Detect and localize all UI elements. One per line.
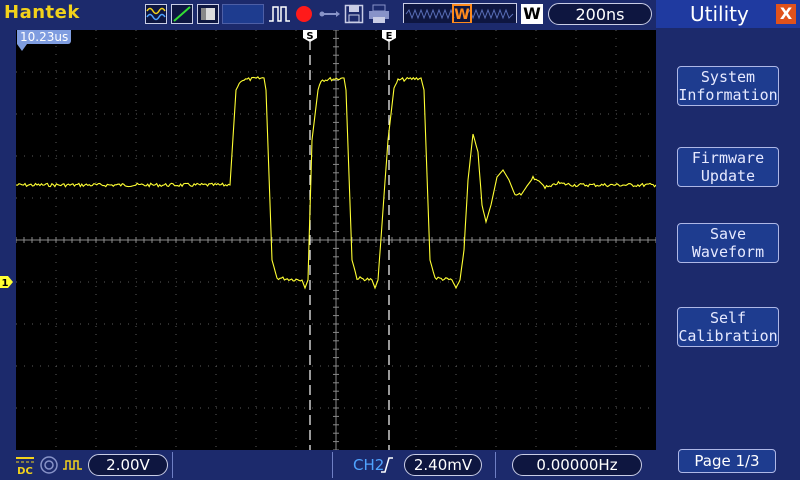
ramp-mode-icon[interactable] — [171, 4, 193, 24]
separator — [332, 452, 333, 478]
firmware-update-line2: Update — [700, 167, 756, 185]
trigger-level-display[interactable]: 2.40mV — [404, 454, 482, 476]
persist-mode-icon[interactable] — [197, 4, 219, 24]
usb-icon — [319, 11, 340, 17]
self-calibration-line1: Self — [709, 309, 747, 327]
firmware-update-button[interactable]: Firmware Update — [677, 147, 779, 187]
frequency-display: 0.00000Hz — [512, 454, 642, 476]
end-cursor-marker[interactable]: E — [382, 30, 396, 42]
channel-1-ground-marker[interactable]: 1 — [0, 275, 14, 289]
system-information-line2: Information — [678, 86, 778, 104]
top-toolbar: Hantek W W 200ns — [0, 0, 656, 30]
end-cursor-label: E — [386, 31, 393, 42]
pulse-icon — [269, 6, 290, 22]
separator — [172, 452, 173, 478]
system-information-line1: System — [700, 68, 756, 86]
time-offset-value: 10.23us — [20, 30, 69, 44]
waveform-display[interactable]: S E — [16, 30, 656, 450]
brand-logo: Hantek — [4, 2, 80, 23]
waveform-mode-icon[interactable] — [145, 4, 167, 24]
frequency-value: 0.00000Hz — [536, 456, 618, 474]
start-cursor-marker[interactable]: S — [303, 30, 317, 42]
close-symbol: X — [779, 4, 793, 23]
start-cursor-label: S — [306, 31, 313, 42]
timebase-display[interactable]: 200ns — [548, 3, 652, 25]
status-blank-box — [222, 4, 264, 24]
save-waveform-button[interactable]: Save Waveform — [677, 223, 779, 263]
self-calibration-line2: Calibration — [678, 327, 778, 345]
close-icon[interactable]: X — [776, 4, 796, 24]
timebase-value: 200ns — [575, 5, 625, 24]
memory-overview-bar[interactable]: W — [403, 3, 517, 23]
dc-coupling-icon[interactable]: DC — [14, 455, 36, 475]
self-calibration-button[interactable]: Self Calibration — [677, 307, 779, 347]
firmware-update-line1: Firmware — [691, 149, 765, 167]
bandwidth-limit-icon[interactable] — [39, 455, 59, 475]
save-waveform-line1: Save — [709, 225, 747, 243]
save-disk-icon[interactable] — [344, 4, 364, 24]
trigger-level-value: 2.40mV — [413, 456, 473, 474]
graticule-grid — [16, 30, 656, 450]
mode-indicator: W — [521, 4, 543, 24]
channel-1-marker-label: 1 — [2, 278, 9, 289]
time-offset-badge[interactable]: 10.23us — [17, 30, 72, 44]
mode-letter: W — [523, 4, 541, 23]
time-offset-pointer-icon — [17, 44, 27, 51]
waveform-canvas: S E — [16, 30, 656, 450]
record-icon[interactable] — [294, 4, 314, 24]
save-waveform-line2: Waveform — [691, 243, 765, 261]
menu-title: Utility — [690, 2, 749, 26]
trigger-window-label: W — [454, 7, 469, 23]
rising-edge-icon[interactable] — [380, 456, 394, 474]
page-indicator: Page 1/3 — [694, 452, 760, 470]
volts-per-div-value: 2.00V — [106, 456, 150, 474]
page-selector-button[interactable]: Page 1/3 — [678, 449, 776, 473]
separator — [495, 452, 496, 478]
utility-menu-panel: Utility X System Information Firmware Up… — [656, 0, 800, 480]
bottom-status-bar: DC 2.00V CH2 2.40mV 0.00000Hz — [0, 450, 656, 480]
coupling-label: DC — [17, 466, 33, 475]
invert-waveform-icon[interactable] — [62, 455, 84, 475]
menu-title-bar: Utility X — [656, 0, 800, 28]
printer-icon[interactable] — [368, 4, 390, 24]
system-information-button[interactable]: System Information — [677, 66, 779, 106]
volts-per-div-display[interactable]: 2.00V — [88, 454, 168, 476]
